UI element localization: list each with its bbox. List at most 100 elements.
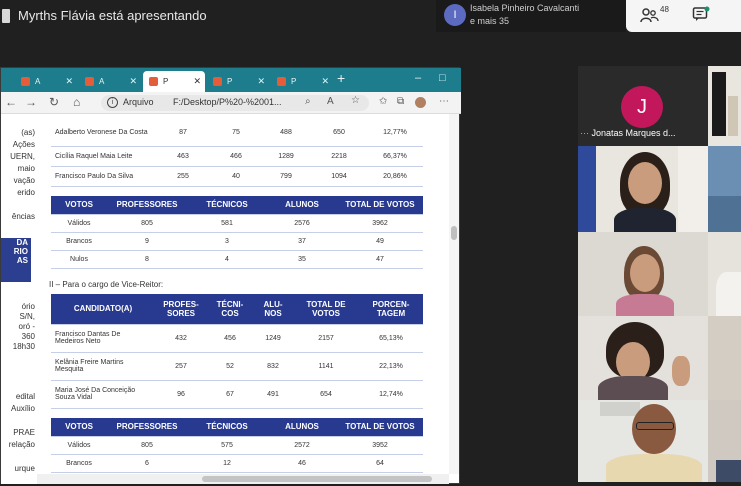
close-icon[interactable]: ✕ (65, 71, 73, 92)
zoom-icon[interactable]: ⌕ (305, 96, 311, 107)
close-icon[interactable]: ✕ (257, 71, 265, 92)
text-line: PRAE (13, 428, 35, 437)
text-line: ências (11, 212, 35, 221)
close-icon[interactable]: ✕ (129, 71, 137, 92)
text-line: RIO (13, 247, 28, 256)
cell: 65,13% (359, 324, 423, 353)
tab-3-active[interactable]: P ✕ (143, 71, 205, 92)
header-cell: VOTOS (51, 196, 107, 215)
text-line: ório (21, 302, 35, 311)
table-row: Adalberto Veronese Da Costa 87 75 488 65… (51, 120, 423, 147)
vice-votes-table: VOTOS PROFESSORES TÉCNICOS ALUNOS TOTAL … (51, 418, 423, 473)
chat-button[interactable] (692, 6, 710, 22)
cell: 1141 (293, 352, 359, 381)
collections-icon[interactable]: ⧉ (397, 96, 404, 107)
participant-tile-featured[interactable]: J ⋯ Jonatas Marques d... (578, 66, 708, 146)
header-cell: VOTOS (51, 418, 107, 437)
participant-tile[interactable] (578, 316, 708, 400)
tab-1[interactable]: A ✕ (15, 71, 77, 92)
maximize-icon[interactable]: □ (439, 72, 446, 84)
info-icon[interactable]: i (107, 97, 118, 108)
pdf-icon (149, 77, 158, 86)
cell: 456 (207, 324, 253, 353)
favorites-icon[interactable]: ✩ (379, 96, 387, 107)
table-row: Cicília Raquel Maia Leite 463 466 1289 2… (51, 146, 423, 167)
participant-tile[interactable] (708, 146, 741, 232)
profile-icon[interactable] (415, 97, 426, 108)
tab-4[interactable]: P ✕ (207, 71, 269, 92)
cell: 654 (293, 380, 359, 409)
text-line: relação (8, 440, 35, 449)
participant-tile[interactable] (708, 316, 741, 400)
cell: 52 (207, 352, 253, 381)
url-field[interactable]: i Arquivo F:/Desktop/P%20-%2001... ⌕ A ☆ (101, 95, 369, 111)
cell: 2576 (267, 214, 337, 233)
close-icon[interactable]: ✕ (321, 71, 329, 92)
people-button[interactable]: 48 (640, 5, 670, 25)
cell: 35 (267, 250, 337, 269)
url-text: F:/Desktop/P%20-%2001... (173, 97, 282, 107)
table-header-row: VOTOS PROFESSORES TÉCNICOS ALUNOS TOTAL … (51, 418, 423, 437)
tab-5[interactable]: P ✕ (271, 71, 333, 92)
cell: 799 (261, 166, 311, 187)
more-icon[interactable]: ⋯ (439, 96, 449, 107)
text-line: DA (16, 238, 28, 247)
read-aloud-icon[interactable]: A (327, 96, 334, 107)
header-cell: PORCEN-TAGEM (359, 294, 423, 325)
participant-tile[interactable] (708, 400, 741, 482)
participant-tile[interactable] (708, 232, 741, 316)
header-cell: TOTAL DE VOTOS (293, 294, 359, 325)
top-controls-panel: 48 (626, 0, 741, 32)
table-row: Brancos 6 12 46 64 (51, 454, 423, 473)
cell: 46 (267, 454, 337, 473)
address-bar: ← → ↻ ⌂ i Arquivo F:/Desktop/P%20-%2001.… (1, 92, 461, 114)
favorite-icon[interactable]: ☆ (351, 95, 360, 106)
cell: Brancos (51, 454, 107, 473)
horizontal-scrollbar[interactable] (37, 474, 449, 484)
text-line: Auxílio (10, 404, 35, 413)
home-icon[interactable]: ⌂ (73, 95, 80, 109)
reload-icon[interactable]: ↻ (49, 95, 59, 109)
header-cell: TÉCNICOS (187, 196, 267, 215)
cell: Nulos (51, 250, 107, 269)
section-title: II – Para o cargo de Vice-Reitor: (49, 280, 164, 289)
cell: 650 (311, 120, 367, 147)
new-tab-button[interactable]: + (337, 70, 345, 86)
participant-tile[interactable] (578, 146, 708, 232)
person-shirt (716, 272, 741, 316)
cell: 9 (107, 232, 187, 251)
rector-votes-table: VOTOS PROFESSORES TÉCNICOS ALUNOS TOTAL … (51, 196, 423, 269)
scrollbar-thumb[interactable] (451, 226, 457, 240)
header-cell: TOTAL DE VOTOS (337, 196, 423, 215)
forward-icon[interactable]: → (25, 95, 37, 109)
cell: 12 (187, 454, 267, 473)
cell: 12,74% (359, 380, 423, 409)
cell: 12,77% (367, 120, 423, 147)
scrollbar-thumb[interactable] (202, 476, 432, 482)
close-icon[interactable]: ✕ (193, 71, 201, 92)
participant-tile[interactable] (578, 400, 708, 482)
participant-tile[interactable] (708, 66, 741, 146)
table-row: Francisco Dantas De Medeiros Neto 432 45… (51, 324, 423, 353)
chat-icon (692, 6, 710, 21)
minimize-icon[interactable]: – (415, 72, 421, 84)
tab-strip: A ✕ A ✕ P ✕ P ✕ P ✕ + – □ (1, 68, 461, 92)
raised-viewers-box[interactable]: I Isabela Pinheiro Cavalcanti e mais 35 (436, 0, 626, 32)
table-row: Válidos 805 581 2576 3962 (51, 214, 423, 233)
person-shirt (598, 376, 668, 400)
tab-2[interactable]: A ✕ (79, 71, 141, 92)
header-cell: TOTAL DE VOTOS (337, 418, 423, 437)
presenting-label: Myrths Flávia está apresentando (18, 8, 207, 23)
text-line: Ações (12, 140, 35, 149)
more-options-icon[interactable]: ⋯ (580, 128, 589, 138)
participant-tile[interactable] (578, 232, 708, 316)
cell: 96 (155, 380, 207, 409)
vertical-scrollbar[interactable] (449, 114, 459, 474)
candidate-name: Cicília Raquel Maia Leite (51, 146, 155, 167)
cell: 2218 (311, 146, 367, 167)
browser-window: A ✕ A ✕ P ✕ P ✕ P ✕ + – □ ← → ↻ ⌂ i Arqu… (0, 67, 461, 484)
cell: 40 (211, 166, 261, 187)
back-icon[interactable]: ← (5, 95, 17, 109)
cell: 466 (211, 146, 261, 167)
cell: 37 (267, 232, 337, 251)
